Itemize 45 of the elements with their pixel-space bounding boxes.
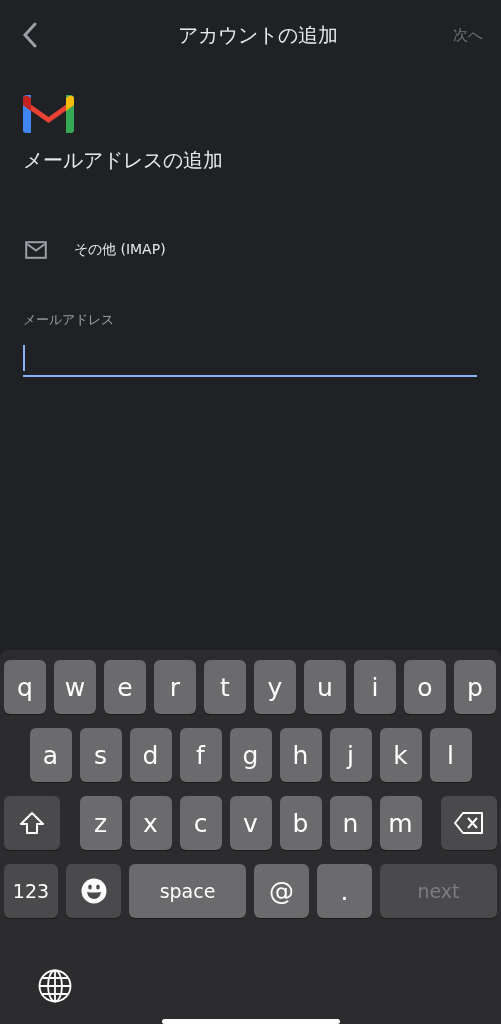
letter-key[interactable]: t [204, 660, 246, 714]
letter-key[interactable]: f [179, 728, 222, 782]
emoji-icon[interactable] [80, 878, 107, 904]
letter-key[interactable]: o [404, 660, 446, 714]
letter-key[interactable]: p [454, 660, 496, 714]
page-heading: メールアドレスの追加 [23, 147, 224, 174]
letter-key[interactable]: n [329, 796, 372, 850]
letter-key[interactable]: j [329, 728, 372, 782]
shift-icon[interactable] [19, 811, 45, 835]
letter-key[interactable]: k [379, 728, 422, 782]
screen-title: アカウントの追加 [176, 21, 339, 49]
mail-logo-icon [23, 95, 74, 133]
letter-key[interactable]: c [179, 796, 222, 850]
letter-key[interactable]: s [79, 728, 122, 782]
letter-key[interactable]: g [229, 728, 272, 782]
numbers-key[interactable]: 123 [4, 864, 58, 918]
letter-key[interactable]: d [129, 728, 172, 782]
letter-key[interactable]: v [229, 796, 272, 850]
letter-key[interactable]: b [279, 796, 322, 850]
space-key[interactable]: space [129, 864, 246, 918]
symbol-key[interactable]: . [317, 864, 372, 918]
field-label: メールアドレス [23, 312, 115, 329]
backspace-icon[interactable] [454, 812, 484, 834]
delete-key[interactable] [441, 796, 497, 850]
letter-key[interactable]: m [379, 796, 422, 850]
letter-key[interactable]: h [279, 728, 322, 782]
back-icon[interactable] [22, 22, 38, 48]
letter-key[interactable]: i [354, 660, 396, 714]
letter-key[interactable]: q [4, 660, 46, 714]
envelope-icon [25, 241, 47, 259]
letter-key[interactable]: a [29, 728, 72, 782]
emoji-key[interactable] [66, 864, 121, 918]
text-cursor [23, 345, 25, 371]
symbol-key[interactable]: @ [254, 864, 309, 918]
letter-key[interactable]: l [429, 728, 472, 782]
letter-key[interactable]: x [129, 796, 172, 850]
letter-key[interactable]: z [79, 796, 122, 850]
letter-key[interactable]: u [304, 660, 346, 714]
letter-key[interactable]: r [154, 660, 196, 714]
letter-key[interactable]: e [104, 660, 146, 714]
provider-item[interactable]: その他 (IMAP) [0, 212, 501, 288]
letter-key[interactable]: w [54, 660, 96, 714]
shift-key[interactable] [4, 796, 60, 850]
letter-key[interactable]: y [254, 660, 296, 714]
globe-icon[interactable] [38, 969, 72, 1003]
